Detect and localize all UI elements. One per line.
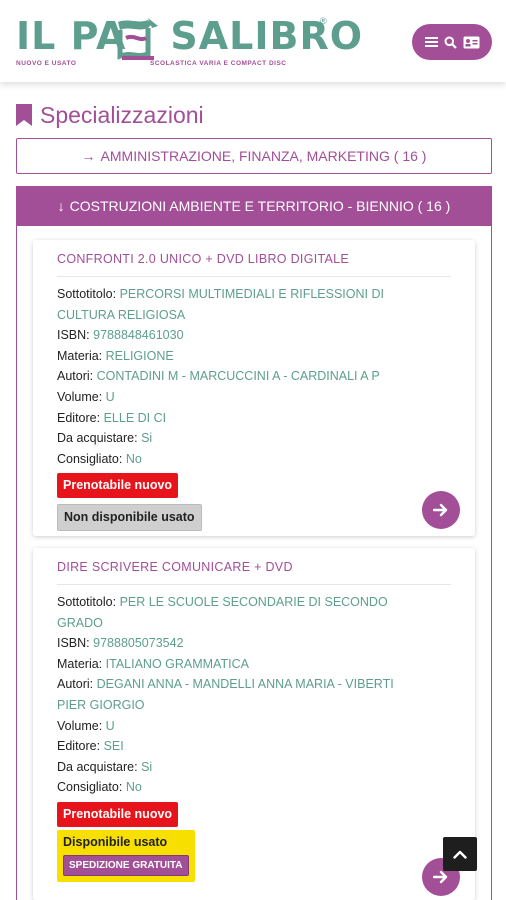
field-value: Si <box>141 759 153 774</box>
field-label: Editore: <box>57 739 101 754</box>
book-card: DIRE SCRIVERE COMUNICARE + DVD Sottotito… <box>33 548 475 900</box>
field-value: ITALIANO GRAMMATICA <box>105 656 249 671</box>
search-icon <box>444 36 457 49</box>
field-value: Si <box>141 431 153 446</box>
field-label: Sottotitolo: <box>57 287 117 301</box>
field-value: 9788848461030 <box>93 328 184 343</box>
field-label: Volume: <box>57 718 103 733</box>
field-publisher: Editore: ELLE DI CI <box>57 408 417 429</box>
book-details: Sottotitolo: PER LE SCUOLE SECONDARIE DI… <box>57 592 417 827</box>
field-label: Materia: <box>57 656 103 671</box>
used-availability-badge: Disponibile usato <box>63 835 168 849</box>
category-toggle-costruzioni[interactable]: ↓ COSTRUZIONI AMBIENTE E TERRITORIO - BI… <box>16 186 492 226</box>
used-availability-box: Disponibile usato SPEDIZIONE GRATUITA <box>57 830 195 882</box>
field-value: ELLE DI CI <box>103 410 167 425</box>
logo-tagline-right: SCOLASTICA VARIA E COMPACT DISC <box>150 60 287 67</box>
field-label: Consigliato: <box>57 451 123 466</box>
field-label: Sottotitolo: <box>57 595 117 609</box>
new-availability-badge: Prenotabile nuovo <box>57 801 179 827</box>
field-volume: Volume: U <box>57 716 417 737</box>
field-value: 9788805073542 <box>93 636 184 651</box>
field-value: No <box>125 780 142 795</box>
bookmark-icon <box>16 104 32 126</box>
field-isbn: ISBN: 9788805073542 <box>57 633 417 654</box>
id-card-icon <box>463 36 479 48</box>
field-label: Da acquistare: <box>57 759 138 774</box>
book-title[interactable]: CONFRONTI 2.0 UNICO + DVD LIBRO DIGITALE <box>57 252 349 266</box>
used-availability-badge: Non disponibile usato <box>57 503 202 531</box>
divider <box>57 584 451 585</box>
field-subtitle: Sottotitolo: PER LE SCUOLE SECONDARIE DI… <box>57 592 417 633</box>
arrow-down-icon: ↓ <box>57 198 65 214</box>
field-authors: Autori: CONTADINI M - MARCUCCINI A - CAR… <box>57 366 417 387</box>
field-label: Autori: <box>57 677 94 692</box>
field-to-buy: Da acquistare: Si <box>57 757 417 778</box>
header-menu-button[interactable] <box>412 24 492 60</box>
field-label: Da acquistare: <box>57 431 138 446</box>
field-publisher: Editore: SEI <box>57 736 417 757</box>
field-recommended: Consigliato: No <box>57 777 417 798</box>
logo-tagline-left: NUOVO E USATO <box>16 60 77 67</box>
hamburger-icon <box>424 37 438 47</box>
field-value: U <box>105 718 115 733</box>
scroll-to-top-button[interactable] <box>443 837 477 871</box>
category-label: COSTRUZIONI AMBIENTE E TERRITORIO - BIEN… <box>69 198 451 214</box>
field-value: RELIGIONE <box>105 348 174 363</box>
category-label: AMMINISTRAZIONE, FINANZA, MARKETING ( 16… <box>100 148 427 164</box>
open-book-button[interactable] <box>422 491 460 529</box>
field-label: Materia: <box>57 348 103 363</box>
site-header: IL PA SALIBRO ® NUOVO E USATO SCOLASTICA … <box>0 0 506 82</box>
book-title[interactable]: DIRE SCRIVERE COMUNICARE + DVD <box>57 560 293 574</box>
field-volume: Volume: U <box>57 387 417 408</box>
site-logo[interactable]: IL PA SALIBRO ® NUOVO E USATO SCOLASTICA … <box>16 14 362 74</box>
new-availability-badge: Prenotabile nuovo <box>57 473 179 498</box>
field-value: No <box>125 451 142 466</box>
field-to-buy: Da acquistare: Si <box>57 428 417 449</box>
free-shipping-badge: SPEDIZIONE GRATUITA <box>63 855 189 876</box>
field-label: ISBN: <box>57 636 90 651</box>
field-subtitle: Sottotitolo: PERCORSI MULTIMEDIALI E RIF… <box>57 284 417 325</box>
registered-mark: ® <box>320 16 327 26</box>
page-title: Specializzazioni <box>40 101 204 128</box>
arrow-right-icon <box>433 503 448 517</box>
arrow-right-icon <box>433 870 448 884</box>
field-value: U <box>105 389 115 404</box>
logo-wordmark: IL PA SALIBRO <box>16 14 363 58</box>
book-details: Sottotitolo: PERCORSI MULTIMEDIALI E RIF… <box>57 284 417 531</box>
logo-text-right: SALIBRO <box>170 14 364 58</box>
divider <box>57 276 451 277</box>
field-value: DEGANI ANNA - MANDELLI ANNA MARIA - VIBE… <box>57 677 394 712</box>
field-label: ISBN: <box>57 328 90 343</box>
field-label: Consigliato: <box>57 780 123 795</box>
category-toggle-amministrazione[interactable]: → AMMINISTRAZIONE, FINANZA, MARKETING ( … <box>16 138 492 174</box>
book-logo-icon <box>117 18 158 60</box>
book-card: CONFRONTI 2.0 UNICO + DVD LIBRO DIGITALE… <box>33 240 475 536</box>
field-value: SEI <box>103 739 124 754</box>
section-heading: Specializzazioni <box>16 100 204 130</box>
arrow-right-icon: → <box>81 148 96 164</box>
field-subject: Materia: ITALIANO GRAMMATICA <box>57 654 417 675</box>
field-label: Autori: <box>57 369 94 384</box>
field-authors: Autori: DEGANI ANNA - MANDELLI ANNA MARI… <box>57 674 417 715</box>
field-value: CONTADINI M - MARCUCCINI A - CARDINALI A… <box>96 369 380 384</box>
field-isbn: ISBN: 9788848461030 <box>57 325 417 346</box>
field-label: Volume: <box>57 389 103 404</box>
chevron-up-icon <box>453 850 467 859</box>
field-label: Editore: <box>57 410 101 425</box>
field-recommended: Consigliato: No <box>57 449 417 470</box>
field-subject: Materia: RELIGIONE <box>57 346 417 367</box>
